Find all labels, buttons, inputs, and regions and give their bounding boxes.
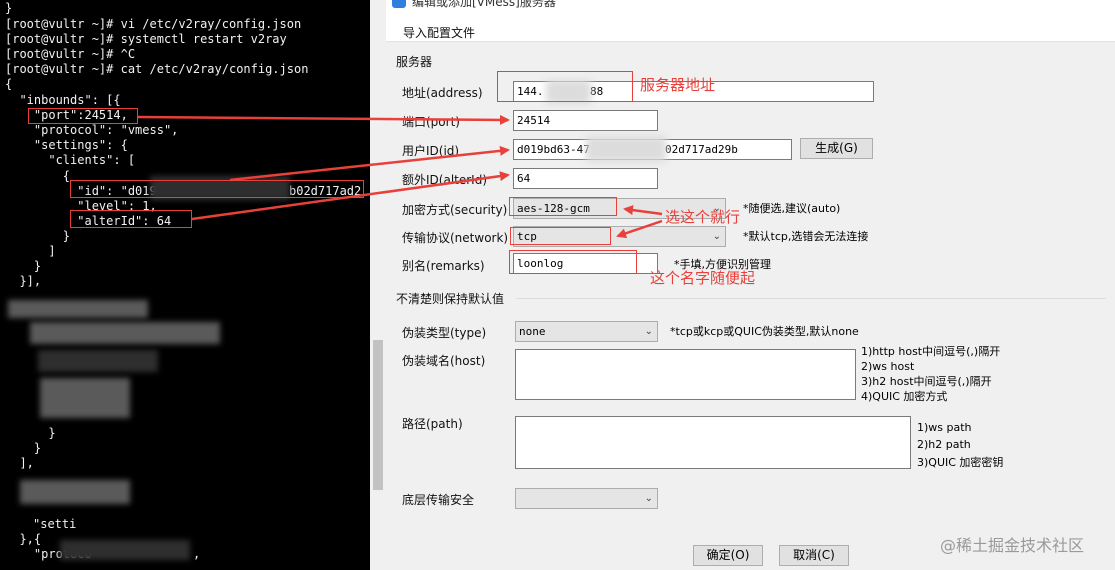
arrow-alterid (191, 171, 510, 221)
arrow-id (229, 145, 510, 182)
arrow-security (623, 205, 663, 216)
watermark: @稀土掘金技术社区 (940, 536, 1085, 555)
arrow-network (616, 219, 663, 239)
annotation-arrows (137, 114, 663, 239)
arrow-port (137, 114, 510, 125)
